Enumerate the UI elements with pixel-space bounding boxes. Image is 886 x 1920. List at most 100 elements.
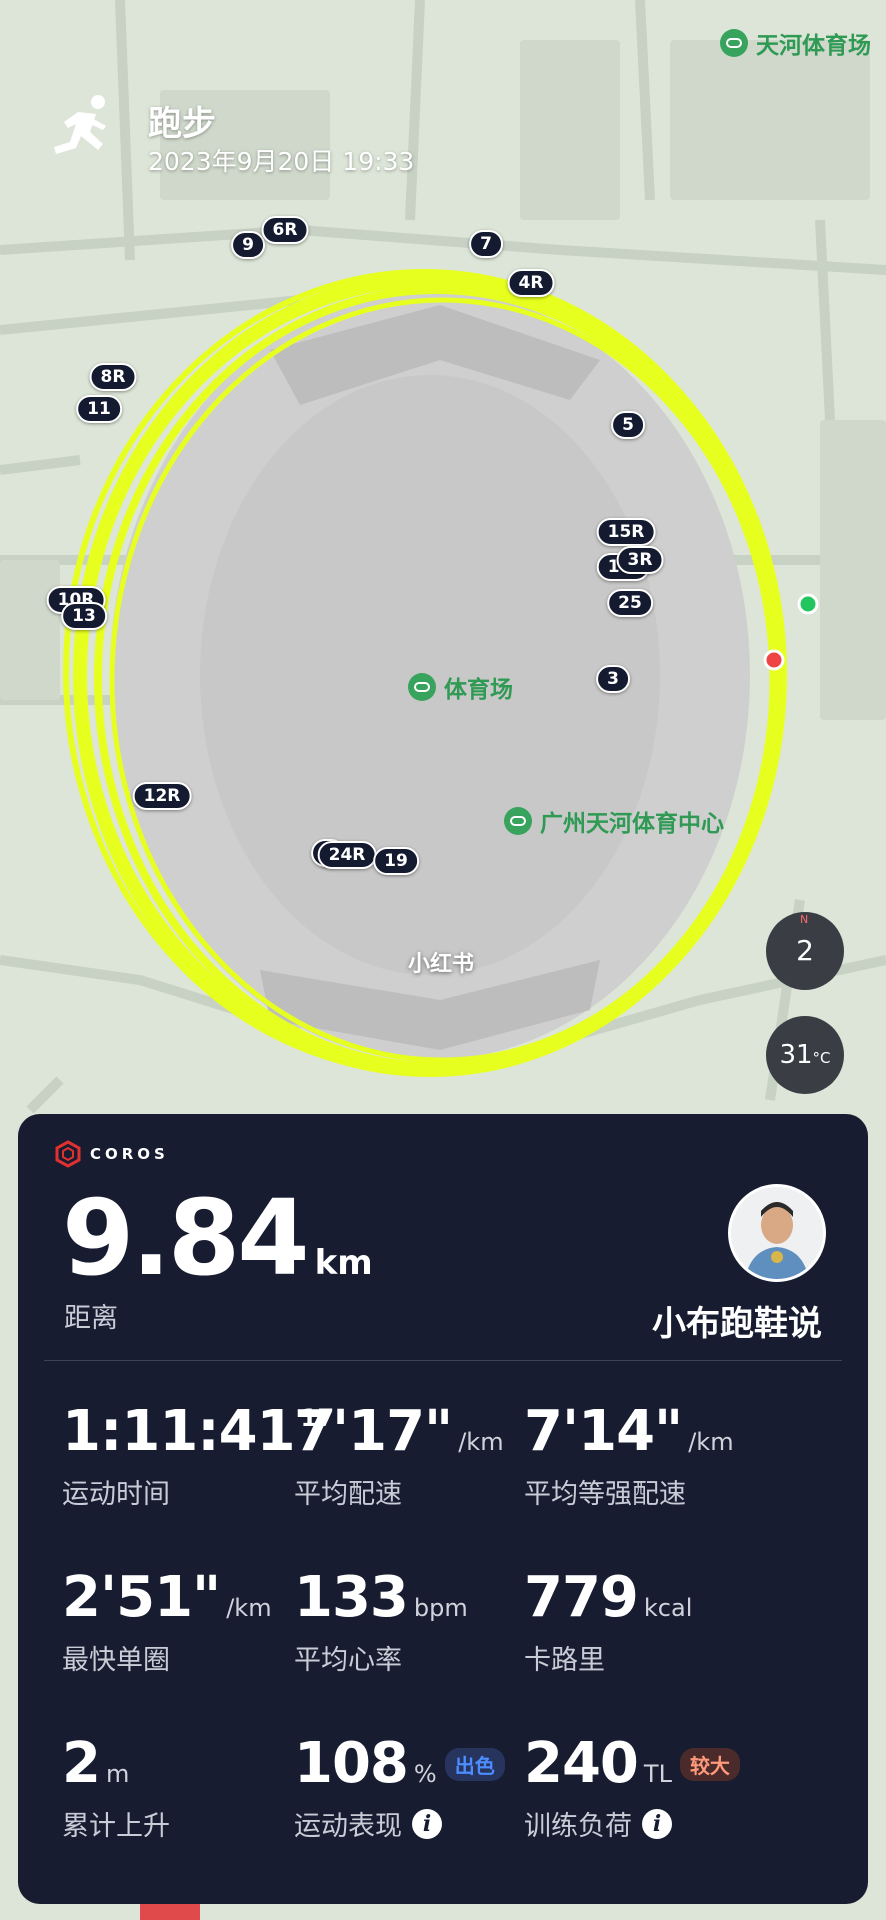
avatar[interactable] [728,1184,826,1282]
stat-value: 1:11:41 [62,1399,296,1464]
stat-label-row: 平均等强配速 [524,1472,734,1511]
stat-unit: TL [643,1760,672,1788]
stat-item: 7'17"/km 平均配速 [294,1404,504,1511]
lap-marker[interactable]: 3 [596,665,630,693]
poi-stadium[interactable]: 体育场 [408,670,513,704]
lap-marker[interactable]: 9 [231,231,265,259]
stat-unit: kcal [643,1594,693,1622]
lap-marker[interactable]: 19 [373,847,419,875]
stat-label: 运动时间 [62,1479,170,1510]
distance-label: 距离 [64,1303,118,1334]
info-icon[interactable]: i [412,1808,442,1839]
poi-label: 天河体育场 [756,33,871,59]
stat-label-row: 运动表现 i [294,1804,505,1843]
stat-badge: 较大 [679,1747,740,1781]
stat-unit: bpm [413,1594,468,1622]
lap-marker[interactable]: 3R [616,546,664,574]
stat-label: 平均配速 [294,1479,402,1510]
stat-value-row: 779 kcal [524,1570,692,1626]
stat-label-row: 最快单圈 [62,1638,272,1677]
temperature-badge: 31°C [766,1016,844,1094]
lap-marker[interactable]: 12R [132,782,192,810]
stat-value-row: 240 TL 较大 [524,1736,740,1792]
stat-value: 2'51" [62,1565,221,1630]
divider [44,1360,842,1361]
stat-value: 2 [62,1731,101,1796]
stat-unit: % [413,1760,437,1788]
stat-label: 平均等强配速 [524,1479,686,1510]
stat-item: 2 m 累计上升 [62,1736,170,1843]
stat-item: 240 TL 较大训练负荷 i [524,1736,740,1843]
poi-tianhe-sports-center[interactable]: 广州天河体育中心 [504,804,724,838]
compass-button[interactable]: N 2 [766,912,844,990]
author-name: 小布跑鞋说 [652,1304,822,1344]
stat-value: 108 [294,1731,409,1796]
stat-item: 779 kcal 卡路里 [524,1570,692,1677]
lap-marker[interactable]: 13 [61,602,107,630]
stat-label: 运动表现 [294,1811,402,1842]
avatar-portrait-icon [731,1187,823,1279]
lap-marker[interactable]: 5 [611,411,645,439]
stat-label: 累计上升 [62,1811,170,1842]
stat-label-row: 卡路里 [524,1638,692,1677]
stadium-pin-icon [504,807,532,835]
stat-value-row: 7'14"/km [524,1404,734,1460]
distance-value: 9.84 km [62,1186,373,1290]
stat-unit: /km [226,1594,272,1622]
stat-value: 7'17" [294,1399,453,1464]
stat-label: 最快单圈 [62,1645,170,1676]
poi-label: 广州天河体育中心 [540,811,724,837]
activity-title: 跑步 [148,104,216,144]
runner-icon [54,95,106,154]
brand-name: COROS [90,1145,169,1163]
stat-value: 779 [524,1565,639,1630]
lap-marker[interactable]: 4R [507,269,555,297]
stadium-pin-icon [408,673,436,701]
info-icon[interactable]: i [642,1808,672,1839]
watermark: 小红书 [408,952,475,977]
activity-header: 跑步 2023年9月20日 19:33 [48,92,414,176]
temperature-value: 31 [779,1040,813,1070]
start-point [797,593,819,615]
stat-value-row: 108% 出色 [294,1736,505,1792]
stat-unit: /km [688,1428,734,1456]
stat-label-row: 平均心率 [294,1638,468,1677]
poi-label: 体育场 [444,677,513,703]
lap-marker[interactable]: 8R [89,363,137,391]
stat-value: 133 [294,1565,409,1630]
stat-unit: /km [458,1428,504,1456]
stat-label: 平均心率 [294,1645,402,1676]
stat-item: 2'51"/km 最快单圈 [62,1570,272,1677]
brand: COROS [54,1140,169,1168]
stat-value-row: 2m [62,1736,170,1792]
stat-value-row: 2'51"/km [62,1570,272,1626]
summary-card: COROS 9.84 km 距离 小布跑鞋说 1:11:41 17 运动时间 7'17… [18,1114,868,1904]
stat-unit: m [105,1760,130,1788]
stat-item: 108% 出色运动表现 i [294,1736,505,1843]
stat-value-row: 133 bpm [294,1570,468,1626]
end-point [763,649,785,671]
coros-logo-icon [55,1140,81,1168]
stat-value-row: 7'17"/km [294,1404,504,1460]
lap-marker[interactable]: 15R [596,518,656,546]
lap-marker[interactable]: 24R [317,841,377,869]
lap-marker[interactable]: 6R [261,216,309,244]
compass-value: 2 [796,934,814,967]
distance-number: 9.84 [62,1177,310,1299]
temperature-unit: °C [812,1049,831,1067]
stat-value: 240 [524,1731,639,1796]
stat-label-row: 训练负荷 i [524,1804,740,1843]
stat-item: 133 bpm 平均心率 [294,1570,468,1677]
lap-marker[interactable]: 11 [76,395,122,423]
stat-label-row: 平均配速 [294,1472,504,1511]
stat-badge: 出色 [444,1747,505,1781]
stat-item: 7'14"/km 平均等强配速 [524,1404,734,1511]
lap-marker[interactable]: 7 [469,230,503,258]
north-label: N [800,913,809,926]
poi-tianhe-stadium[interactable]: 天河体育场 [720,26,871,60]
stadium-pin-icon [720,29,748,57]
lap-marker[interactable]: 25 [607,589,653,617]
stat-value: 7'14" [524,1399,683,1464]
distance-unit: km [314,1243,373,1283]
activity-datetime: 2023年9月20日 19:33 [148,147,415,176]
